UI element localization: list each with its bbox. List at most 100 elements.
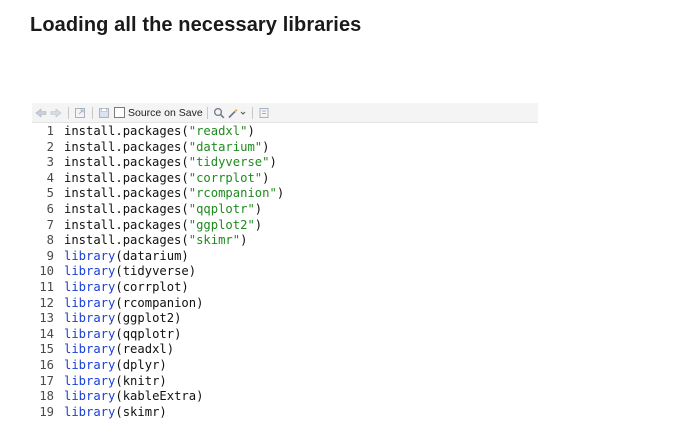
line-number: 5 bbox=[46, 186, 54, 201]
function-name: install.packages bbox=[64, 139, 182, 154]
function-name: library bbox=[64, 373, 116, 388]
function-name: install.packages bbox=[64, 186, 182, 201]
function-argument: datarium bbox=[122, 248, 182, 263]
code-line[interactable]: 14 library(qqplotr) bbox=[32, 327, 538, 343]
code-lines[interactable]: 1 install.packages("readxl") 2 install.pack… bbox=[32, 123, 538, 420]
function-argument: readxl bbox=[122, 342, 167, 357]
editor-toolbar: Source on Save bbox=[32, 103, 538, 123]
open-paren: ( bbox=[115, 373, 123, 388]
close-paren: ) bbox=[196, 389, 204, 404]
code-line[interactable]: 12 library(rcompanion) bbox=[32, 296, 538, 312]
close-paren: ) bbox=[181, 248, 189, 263]
close-paren: ) bbox=[181, 279, 189, 294]
function-argument: ggplot2 bbox=[122, 311, 175, 326]
code-line[interactable]: 17 library(knitr) bbox=[32, 374, 538, 390]
line-number: 16 bbox=[39, 357, 54, 372]
close-paren: ) bbox=[240, 233, 248, 248]
open-paren: ( bbox=[181, 186, 189, 201]
close-paren: ) bbox=[174, 311, 182, 326]
line-number: 15 bbox=[39, 342, 54, 357]
function-name: install.packages bbox=[64, 233, 182, 248]
function-name: install.packages bbox=[64, 201, 182, 216]
function-argument: "skimr" bbox=[188, 233, 241, 248]
function-name: library bbox=[64, 342, 116, 357]
back-arrow-icon[interactable] bbox=[34, 106, 48, 120]
page-heading: Loading all the necessary libraries bbox=[30, 14, 362, 36]
function-argument: "qqplotr" bbox=[188, 201, 255, 216]
function-name: library bbox=[64, 248, 116, 263]
close-paren: ) bbox=[166, 342, 175, 357]
close-paren: ) bbox=[262, 139, 270, 154]
open-paren: ( bbox=[181, 124, 189, 138]
line-number: 19 bbox=[39, 404, 54, 419]
function-argument: "readxl" bbox=[188, 124, 248, 138]
function-name: install.packages bbox=[64, 155, 182, 170]
code-line[interactable]: 5 install.packages("rcompanion") bbox=[32, 186, 538, 202]
code-line[interactable]: 3 install.packages("tidyverse") bbox=[32, 155, 538, 171]
open-paren: ( bbox=[115, 357, 123, 372]
close-paren: ) bbox=[262, 170, 270, 185]
open-paren: ( bbox=[115, 295, 123, 310]
code-line[interactable]: 10 library(tidyverse) bbox=[32, 264, 538, 280]
code-line[interactable]: 16 library(dplyr) bbox=[32, 358, 538, 374]
close-paren: ) bbox=[159, 404, 167, 419]
function-argument: rcompanion bbox=[122, 295, 197, 310]
search-icon[interactable] bbox=[212, 106, 226, 120]
open-paren: ( bbox=[181, 155, 189, 170]
function-argument: kableExtra bbox=[122, 389, 197, 404]
save-icon[interactable] bbox=[97, 106, 111, 120]
function-argument: tidyverse bbox=[122, 264, 189, 279]
document-outline-icon[interactable] bbox=[257, 106, 271, 120]
code-line[interactable]: 15 library(readxl) bbox=[32, 342, 538, 358]
code-line[interactable]: 13 library(ggplot2) bbox=[32, 311, 538, 327]
code-line[interactable]: 19 library(skimr) bbox=[32, 405, 538, 421]
function-name: library bbox=[64, 295, 116, 310]
function-argument: dplyr bbox=[122, 357, 160, 372]
line-number: 7 bbox=[46, 217, 54, 232]
close-paren: ) bbox=[247, 124, 255, 138]
code-line[interactable]: 8 install.packages("skimr") bbox=[32, 233, 538, 249]
line-number: 17 bbox=[39, 373, 54, 388]
function-argument: "datarium" bbox=[188, 139, 263, 154]
line-number: 9 bbox=[46, 248, 54, 263]
line-number: 13 bbox=[39, 311, 54, 326]
open-paren: ( bbox=[115, 311, 123, 326]
function-argument: "tidyverse" bbox=[188, 155, 270, 170]
toolbar-separator bbox=[251, 106, 253, 119]
function-name: library bbox=[64, 326, 116, 341]
open-paren: ( bbox=[181, 139, 189, 154]
code-line[interactable]: 18 library(kableExtra) bbox=[32, 389, 538, 405]
show-in-window-icon[interactable] bbox=[73, 106, 87, 120]
function-name: install.packages bbox=[64, 124, 182, 138]
forward-arrow-icon[interactable] bbox=[49, 106, 63, 120]
close-paren: ) bbox=[159, 357, 167, 372]
open-paren: ( bbox=[115, 342, 123, 357]
close-paren: ) bbox=[188, 264, 197, 279]
open-paren: ( bbox=[115, 326, 123, 341]
close-paren: ) bbox=[269, 155, 277, 170]
open-paren: ( bbox=[115, 404, 123, 419]
code-line[interactable]: 1 install.packages("readxl") bbox=[32, 124, 538, 140]
function-argument: qqplotr bbox=[122, 326, 175, 341]
code-line[interactable]: 6 install.packages("qqplotr") bbox=[32, 202, 538, 218]
code-line[interactable]: 9 library(datarium) bbox=[32, 249, 538, 265]
source-on-save-checkbox[interactable] bbox=[114, 107, 125, 118]
close-paren: ) bbox=[254, 217, 263, 232]
open-paren: ( bbox=[181, 233, 189, 248]
toolbar-separator bbox=[92, 106, 93, 119]
code-line[interactable]: 11 library(corrplot) bbox=[32, 280, 538, 296]
code-line[interactable]: 4 install.packages("corrplot") bbox=[32, 171, 538, 187]
function-argument: "ggplot2" bbox=[188, 217, 255, 232]
function-argument: "corrplot" bbox=[188, 170, 263, 185]
code-tools-wand-icon[interactable] bbox=[227, 106, 247, 120]
code-line[interactable]: 7 install.packages("ggplot2") bbox=[32, 218, 538, 234]
toolbar-separator bbox=[68, 106, 69, 119]
line-number: 12 bbox=[39, 295, 54, 310]
line-number: 2 bbox=[46, 139, 54, 154]
line-number: 11 bbox=[39, 279, 54, 294]
open-paren: ( bbox=[115, 279, 123, 294]
line-number: 14 bbox=[39, 326, 54, 341]
code-line[interactable]: 2 install.packages("datarium") bbox=[32, 140, 538, 156]
line-number: 18 bbox=[39, 389, 54, 404]
open-paren: ( bbox=[115, 264, 123, 279]
